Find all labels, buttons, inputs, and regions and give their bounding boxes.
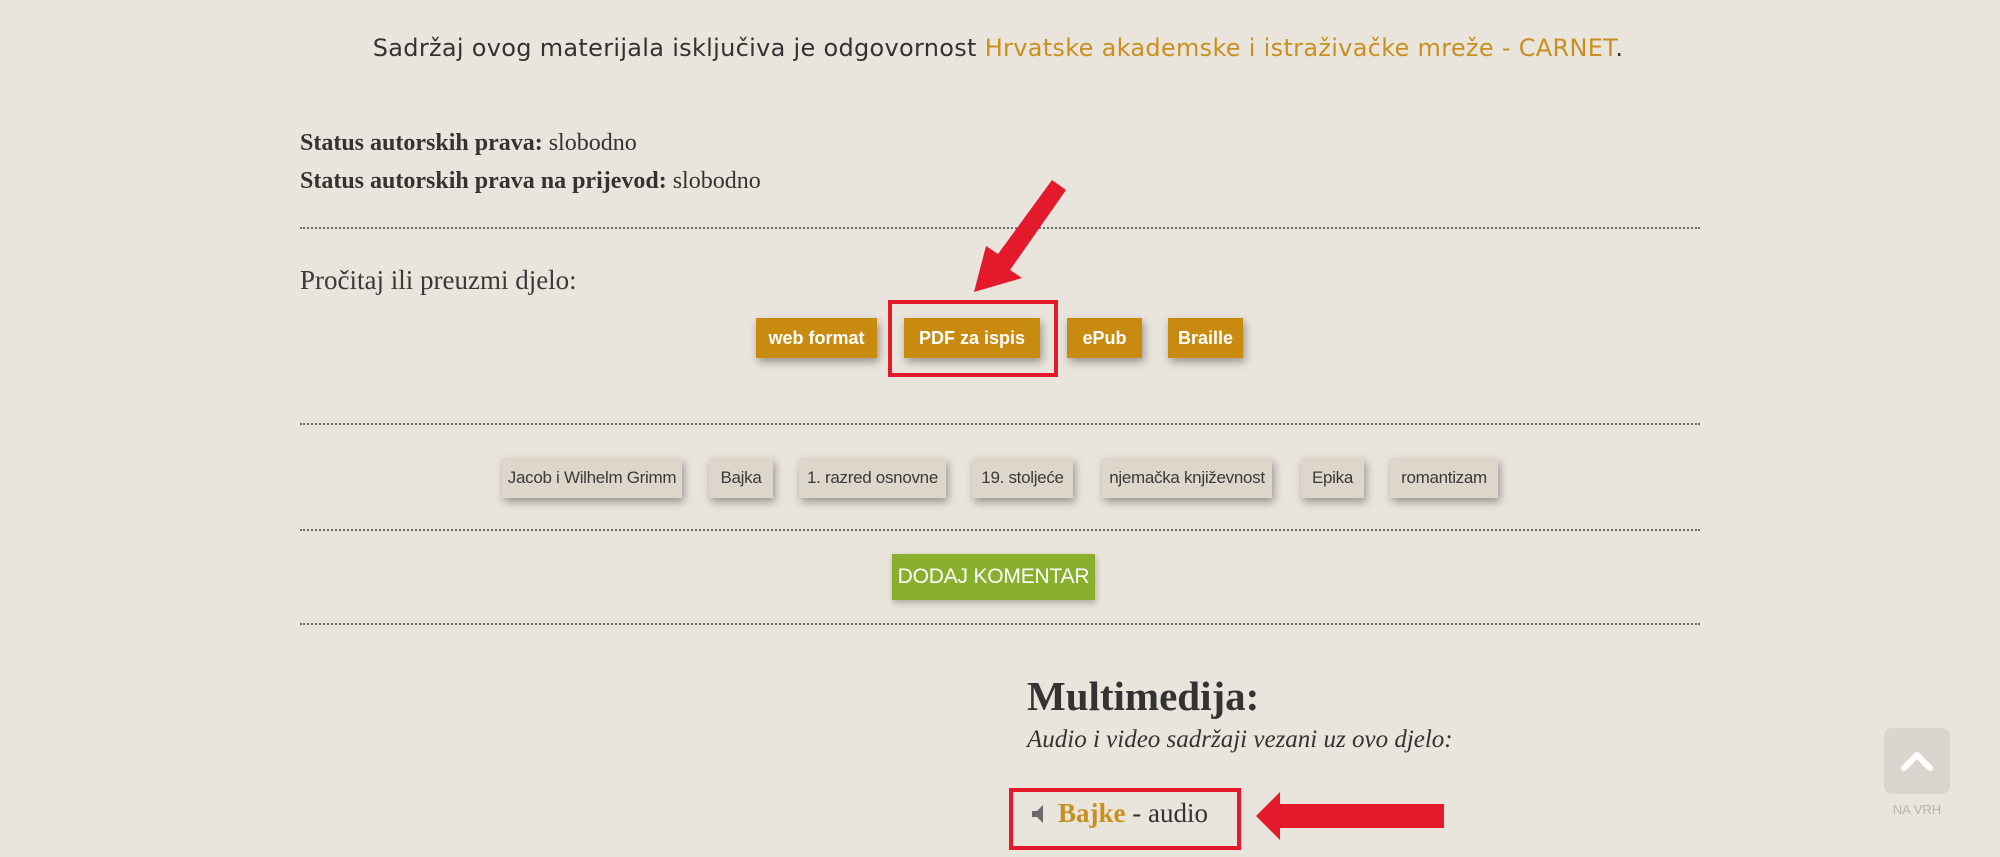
- annotation-arrow-left: [1256, 792, 1444, 840]
- bajke-audio-link[interactable]: Bajke: [1058, 798, 1126, 829]
- back-to-top-label: NA VRH: [1892, 802, 1942, 817]
- multimedia-title: Multimedija:: [1027, 673, 1260, 719]
- notice-end: .: [1615, 34, 1624, 62]
- speaker-icon: [1032, 804, 1043, 823]
- tag-genre[interactable]: Bajka: [709, 458, 773, 498]
- pdf-highlight-box: [888, 300, 1058, 377]
- audio-suffix: - audio: [1125, 798, 1208, 828]
- tag-literature[interactable]: njemačka književnost: [1102, 458, 1272, 498]
- tag-author[interactable]: Jacob i Wilhelm Grimm: [502, 458, 682, 498]
- audio-item: Bajke - audio: [1030, 798, 1208, 829]
- translation-copyright-status: Status autorskih prava na prijevod: slob…: [300, 168, 761, 195]
- annotation-arrow-down: [974, 180, 1066, 292]
- back-to-top-button[interactable]: [1884, 728, 1950, 794]
- add-comment-button[interactable]: DODAJ KOMENTAR: [892, 554, 1095, 600]
- tag-romanticism[interactable]: romantizam: [1390, 458, 1498, 498]
- braille-button[interactable]: Braille: [1168, 318, 1243, 358]
- tag-epika[interactable]: Epika: [1301, 458, 1364, 498]
- translation-copyright-value: slobodno: [672, 168, 761, 194]
- copyright-status: Status autorskih prava: slobodno: [300, 130, 637, 157]
- divider: [300, 623, 1700, 625]
- responsibility-notice: Sadržaj ovog materijala isključiva je od…: [0, 34, 1996, 62]
- tag-grade[interactable]: 1. razred osnovne: [799, 458, 946, 498]
- chevron-up-icon: [1901, 752, 1933, 771]
- epub-button[interactable]: ePub: [1067, 318, 1142, 358]
- carnet-link[interactable]: Hrvatske akademske i istraživačke mreže …: [985, 34, 1616, 62]
- tag-century[interactable]: 19. stoljeće: [972, 458, 1073, 498]
- copyright-label: Status autorskih prava:: [300, 130, 543, 156]
- translation-copyright-label: Status autorskih prava na prijevod:: [300, 168, 667, 194]
- multimedia-subtitle: Audio i video sadržaji vezani uz ovo dje…: [1027, 726, 1453, 753]
- divider: [300, 529, 1700, 531]
- notice-text: Sadržaj ovog materijala isključiva je od…: [372, 34, 985, 62]
- read-download-label: Pročitaj ili preuzmi djelo:: [300, 265, 577, 295]
- divider: [300, 423, 1700, 425]
- copyright-value: slobodno: [548, 130, 637, 156]
- web-format-button[interactable]: web format: [756, 318, 877, 358]
